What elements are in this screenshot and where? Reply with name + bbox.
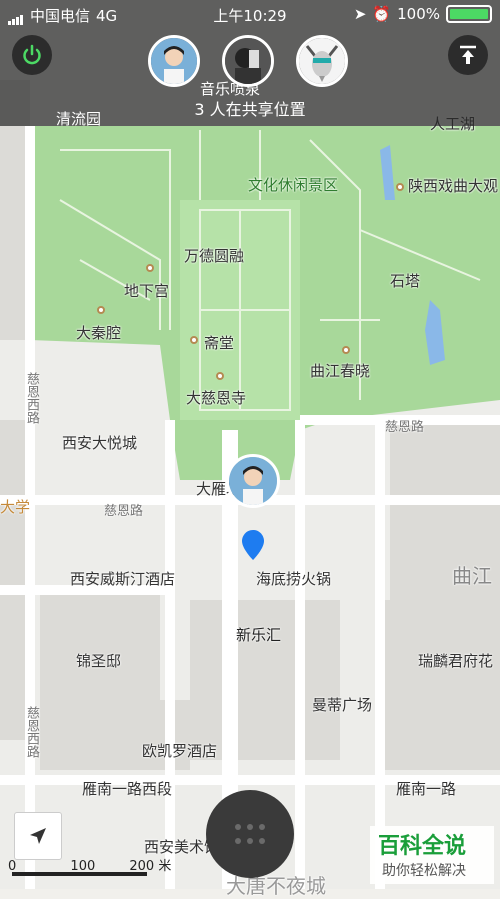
status-bar: 中国电信 4G 上午10:29 ➤ ⏰ 100% [0, 0, 500, 30]
scale-bar [12, 872, 147, 876]
label-dixiagong: 地下宫 [124, 282, 170, 300]
user-face-icon [225, 38, 271, 84]
dots-grid-icon [235, 824, 265, 844]
battery-percent: 100% [397, 5, 440, 23]
label-mandi: 曼蒂广场 [312, 696, 373, 714]
label-westin: 西安威斯汀酒店 [70, 570, 176, 588]
poi-dot[interactable] [146, 264, 154, 272]
location-pin-icon [242, 530, 264, 560]
label-cien-road: 慈恩路 [104, 504, 144, 519]
user-face-icon [151, 38, 197, 84]
label-oukailuo: 欧凯罗酒店 [142, 742, 218, 760]
poi-dot[interactable] [342, 346, 350, 354]
map-user-marker[interactable] [226, 454, 280, 508]
label-xian-dayue: 西安大悦城 [62, 434, 138, 452]
goat-icon [299, 38, 345, 84]
label-cien-road-east: 慈恩路 [385, 420, 425, 435]
user-face-icon [229, 457, 277, 505]
label-xinlehui: 新乐汇 [236, 626, 282, 644]
label-wenhua: 文化休闲景区 [248, 176, 339, 194]
label-daqin: 大秦腔 [76, 324, 122, 342]
label-cien-west-road-2: 慈恩西路 [24, 706, 39, 758]
label-qujiang-chunxiao: 曲江春晓 [310, 362, 371, 380]
stop-sharing-button[interactable] [12, 35, 52, 75]
label-jinshengdi: 锦圣邸 [76, 652, 122, 670]
upload-arrow-icon [460, 45, 476, 64]
label-shanxi-drama: 陕西戏曲大观 [408, 177, 499, 195]
watermark-subtitle: 助你轻松解决 [382, 863, 466, 879]
avatar-user-3[interactable] [296, 35, 348, 87]
label-shita: 石塔 [390, 272, 421, 290]
locate-arrow-icon [30, 828, 46, 844]
label-daxue: 大学 [0, 498, 31, 516]
locate-me-button[interactable] [14, 812, 62, 860]
minimize-button[interactable] [448, 35, 488, 75]
poi-dot[interactable] [97, 306, 105, 314]
poi-dot[interactable] [396, 183, 404, 191]
watermark: 百科全说 助你轻松解决 [370, 826, 494, 884]
label-zhaitang: 斋堂 [204, 334, 235, 352]
navigation-arrow-icon: ➤ [353, 5, 367, 23]
label-wande: 万德圆融 [184, 247, 245, 265]
avatar-user-2[interactable] [222, 35, 274, 87]
label-ruilin: 瑞麟君府花 [418, 652, 494, 670]
label-yannan: 雁南一路 [396, 780, 457, 798]
avatar-user-1[interactable] [148, 35, 200, 87]
poi-dot[interactable] [216, 372, 224, 380]
poi-dot[interactable] [190, 336, 198, 344]
label-yannan-west: 雁南一路西段 [82, 780, 173, 798]
label-qujiang: 曲江 [452, 564, 492, 588]
label-dacien: 大慈恩寺 [186, 389, 247, 407]
label-haidilao: 海底捞火锅 [256, 570, 332, 588]
talk-button[interactable] [206, 790, 294, 878]
watermark-title: 百科全说 [378, 834, 467, 859]
power-icon [23, 44, 41, 65]
alarm-icon: ⏰ [372, 5, 392, 23]
battery-icon [446, 5, 492, 23]
sharing-count-label: 3 人在共享位置 [194, 100, 306, 119]
label-cien-west-road: 慈恩西路 [24, 372, 39, 424]
